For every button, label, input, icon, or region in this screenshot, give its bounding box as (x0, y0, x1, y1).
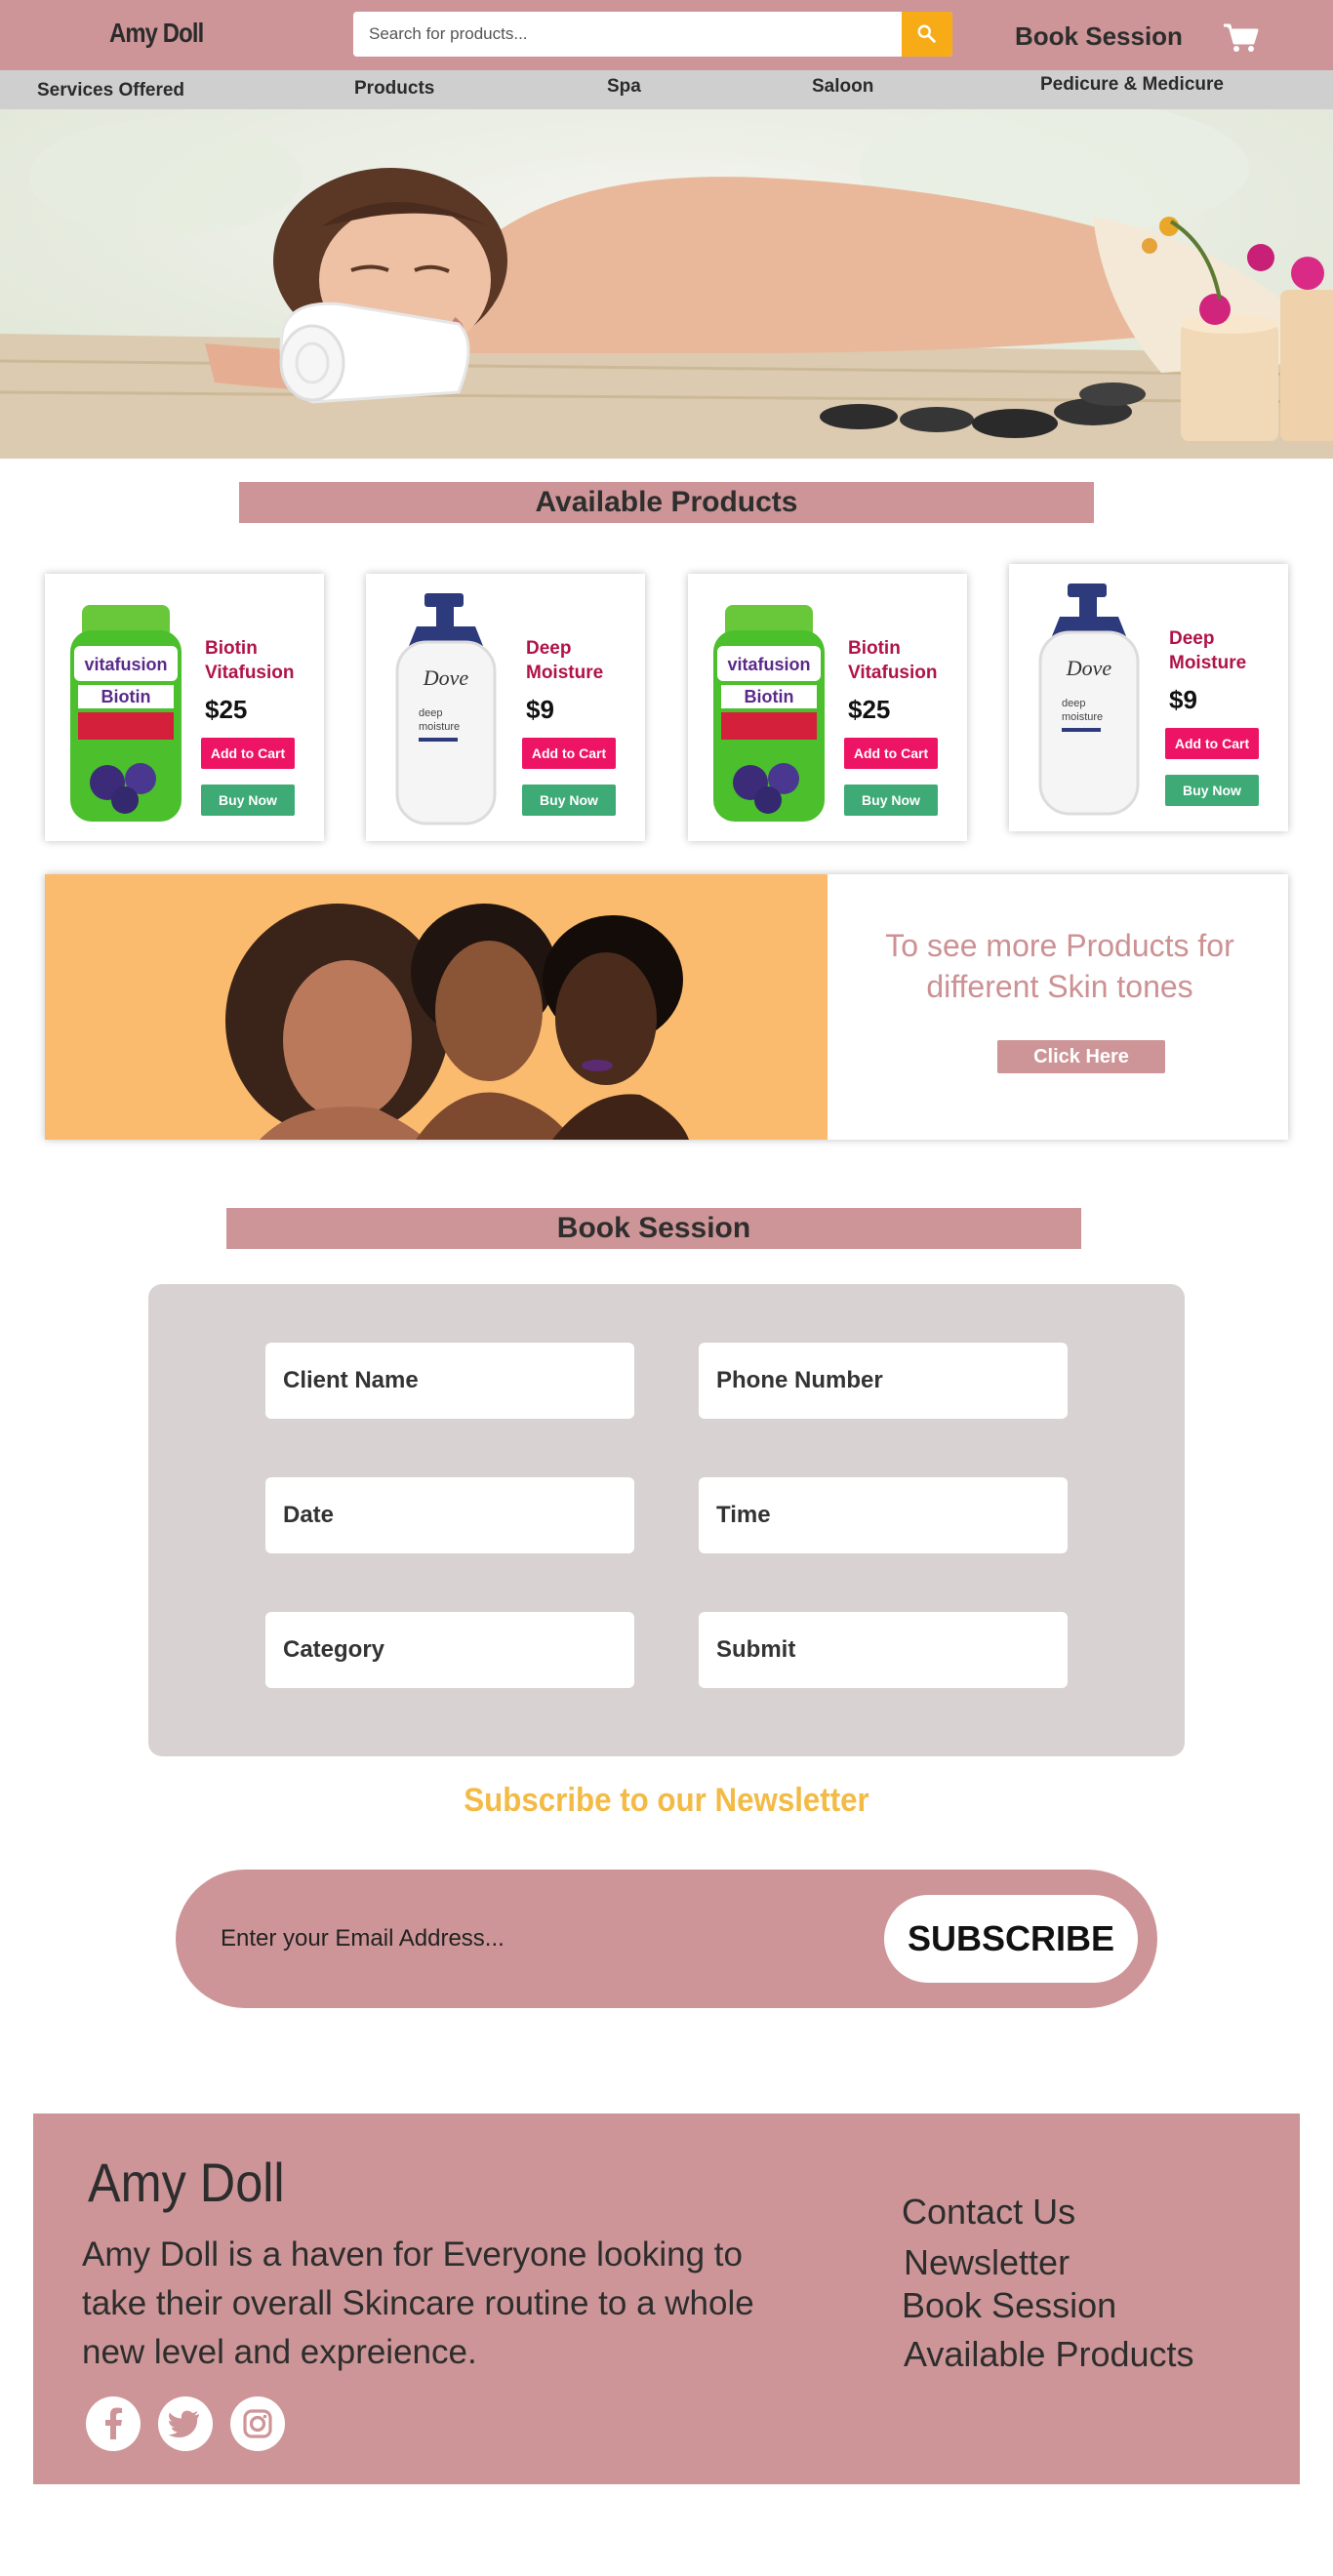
add-to-cart-button[interactable]: Add to Cart (844, 738, 938, 769)
add-to-cart-button[interactable]: Add to Cart (201, 738, 295, 769)
main-nav: Services Offered Products Spa Saloon Ped… (0, 70, 1333, 109)
svg-text:deep: deep (419, 707, 442, 719)
product-name: Biotin Vitafusion (205, 638, 295, 683)
top-header: Amy Doll Book Session (0, 0, 1333, 70)
three-women-image (45, 874, 828, 1140)
time-field[interactable] (699, 1477, 1068, 1553)
nav-spa[interactable]: Spa (607, 76, 641, 98)
product-card: Dove deep moisture Deep Moisture $9 Add … (1009, 564, 1288, 831)
submit-button[interactable]: Submit (699, 1612, 1068, 1688)
category-field[interactable] (265, 1612, 634, 1688)
buy-now-button[interactable]: Buy Now (844, 785, 938, 816)
footer-link-book-session[interactable]: Book Session (902, 2285, 1116, 2326)
site-logo[interactable]: Amy Doll (109, 18, 204, 49)
instagram-icon-glyph (243, 2409, 272, 2438)
svg-text:Dove: Dove (423, 665, 469, 690)
svg-text:Biotin: Biotin (101, 687, 151, 706)
hero-spa-image (0, 109, 1333, 459)
svg-text:deep: deep (1062, 698, 1085, 709)
nav-services-offered[interactable]: Services Offered (37, 80, 184, 101)
product-name: Biotin Vitafusion (848, 638, 938, 683)
promo-text: To see more Products for different Skin … (885, 928, 1234, 1004)
svg-text:moisture: moisture (419, 721, 460, 733)
footer-description: Amy Doll is a haven for Everyone looking… (82, 2235, 754, 2371)
promo-models-image (45, 874, 828, 1140)
vitafusion-bottle-image: vitafusion Biotin (70, 605, 182, 822)
skin-tones-promo: To see more Products for different Skin … (45, 874, 1288, 1140)
buy-now-button[interactable]: Buy Now (1165, 775, 1259, 806)
svg-text:Biotin: Biotin (745, 687, 794, 706)
product-price: $25 (848, 695, 891, 724)
nav-pedicure-medicure[interactable]: Pedicure & Medicure (1040, 74, 1224, 96)
subscribe-button[interactable]: SUBSCRIBE (884, 1895, 1138, 1983)
dove-bottle-image: Dove deep moisture (1038, 584, 1140, 816)
svg-text:vitafusion: vitafusion (727, 655, 810, 674)
cart-icon[interactable] (1222, 20, 1261, 55)
product-name: Deep Moisture (1169, 628, 1247, 673)
date-field[interactable] (265, 1477, 634, 1553)
book-session-heading: Book Session (226, 1208, 1081, 1249)
booking-form: Submit (148, 1284, 1185, 1756)
nav-products[interactable]: Products (354, 78, 434, 100)
book-session-link[interactable]: Book Session (1015, 21, 1183, 52)
twitter-icon[interactable] (158, 2396, 213, 2451)
footer-link-newsletter[interactable]: Newsletter (904, 2242, 1070, 2283)
buy-now-button[interactable]: Buy Now (201, 785, 295, 816)
footer-brand: Amy Doll (88, 2152, 285, 2213)
product-price: $9 (526, 695, 554, 724)
nav-saloon[interactable]: Saloon (812, 76, 873, 98)
svg-text:moisture: moisture (1062, 711, 1103, 723)
vitafusion-bottle-image: vitafusion Biotin (713, 605, 825, 822)
product-card: vitafusion Biotin Biotin Vitafusion $25 … (688, 574, 967, 841)
search-button[interactable] (902, 12, 952, 57)
search-bar (353, 12, 952, 57)
newsletter-email-input[interactable] (219, 1914, 824, 1963)
svg-text:vitafusion: vitafusion (84, 655, 167, 674)
product-name: Deep Moisture (526, 638, 604, 683)
footer-link-contact-us[interactable]: Contact Us (902, 2192, 1075, 2233)
buy-now-button[interactable]: Buy Now (522, 785, 616, 816)
search-icon (917, 24, 936, 43)
dove-bottle-image: Dove deep moisture (395, 593, 497, 825)
twitter-icon-glyph (168, 2410, 199, 2437)
facebook-icon[interactable] (86, 2396, 141, 2451)
client-name-field[interactable] (265, 1343, 634, 1419)
product-price: $9 (1169, 685, 1197, 714)
search-input[interactable] (353, 12, 902, 57)
site-footer: Amy Doll Amy Doll is a haven for Everyon… (33, 2113, 1300, 2484)
hero-banner (0, 109, 1333, 459)
available-products-heading: Available Products (239, 482, 1094, 523)
click-here-button[interactable]: Click Here (997, 1040, 1165, 1073)
facebook-icon-glyph (105, 2407, 122, 2439)
instagram-icon[interactable] (230, 2396, 285, 2451)
product-price: $25 (205, 695, 248, 724)
add-to-cart-button[interactable]: Add to Cart (522, 738, 616, 769)
product-card: vitafusion Biotin Biotin Vitafusion $25 … (45, 574, 324, 841)
phone-number-field[interactable] (699, 1343, 1068, 1419)
newsletter-form: SUBSCRIBE (176, 1870, 1157, 2008)
newsletter-title: Subscribe to our Newsletter (464, 1782, 869, 1819)
add-to-cart-button[interactable]: Add to Cart (1165, 728, 1259, 759)
footer-link-available-products[interactable]: Available Products (904, 2334, 1194, 2375)
svg-text:Dove: Dove (1066, 656, 1112, 680)
product-card: Dove deep moisture Deep Moisture $9 Add … (366, 574, 645, 841)
